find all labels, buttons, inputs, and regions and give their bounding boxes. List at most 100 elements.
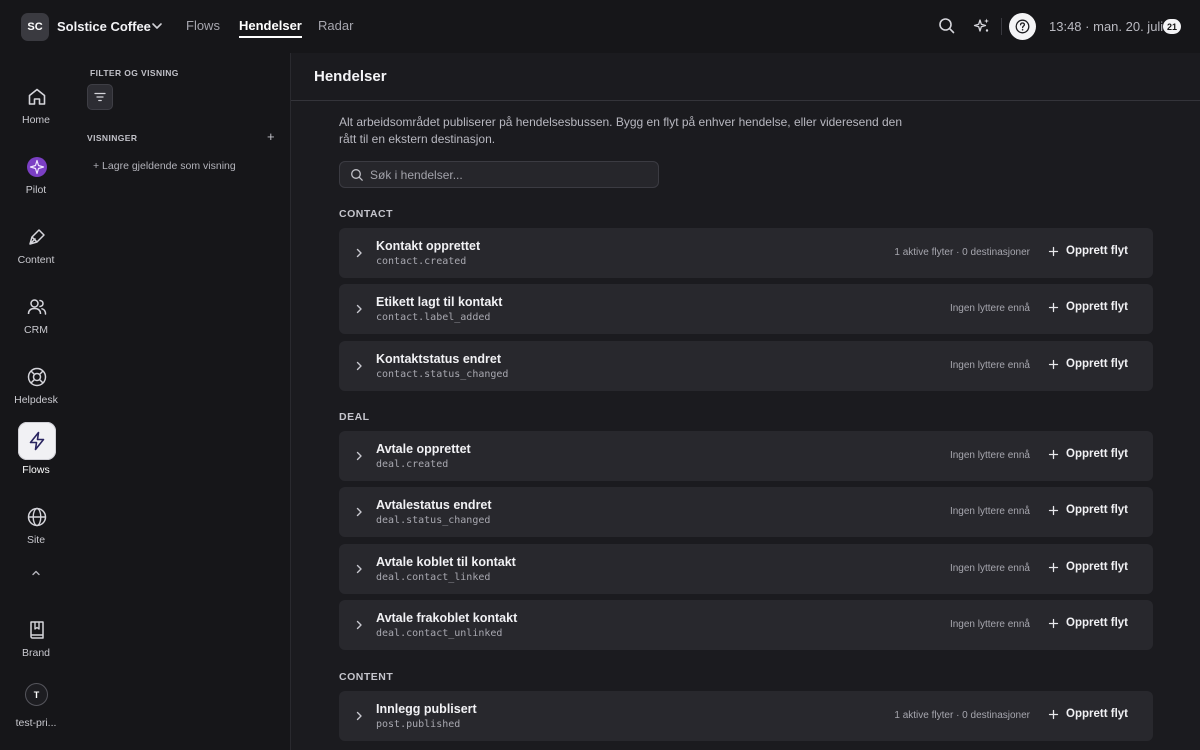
event-row[interactable]: Etikett lagt til kontakt contact.label_ad… <box>339 284 1153 334</box>
create-flow-label: Opprett flyt <box>1066 245 1128 257</box>
pilot-icon <box>18 148 56 186</box>
help-button[interactable] <box>1009 13 1036 40</box>
event-code: contact.label_added <box>376 312 491 323</box>
filter-icon <box>94 92 106 102</box>
plus-icon <box>1048 359 1059 369</box>
chevron-right-icon[interactable] <box>353 303 365 315</box>
search-icon <box>351 169 363 181</box>
create-flow-button[interactable]: Opprett flyt <box>1048 617 1128 629</box>
create-flow-label: Opprett flyt <box>1066 301 1128 313</box>
clock: 13:48 · man. 20. juli <box>1049 19 1164 34</box>
chevron-right-icon[interactable] <box>353 710 365 722</box>
add-view-button[interactable]: + <box>267 129 275 144</box>
bolt-icon <box>18 422 56 460</box>
plus-icon <box>1048 505 1059 515</box>
chevron-right-icon[interactable] <box>353 563 365 575</box>
event-title: Avtale opprettet <box>376 442 471 456</box>
event-status: Ingen lyttere ennå <box>949 563 1030 574</box>
top-bar: SC Solstice Coffee Flows Hendelser Radar… <box>0 0 1200 53</box>
event-status: 1 aktive flyter · 0 destinasjoner <box>894 247 1030 258</box>
event-code: deal.contact_unlinked <box>376 628 503 639</box>
globe-icon <box>18 498 56 536</box>
create-flow-label: Opprett flyt <box>1066 504 1128 516</box>
event-row[interactable]: Kontaktstatus endret contact.status_chang… <box>339 341 1153 391</box>
event-code: post.published <box>376 719 461 730</box>
create-flow-button[interactable]: Opprett flyt <box>1048 504 1128 516</box>
page-title: Hendelser <box>314 68 387 85</box>
search-box[interactable] <box>339 161 659 188</box>
create-flow-label: Opprett flyt <box>1066 617 1128 629</box>
plus-icon <box>1048 562 1059 572</box>
event-title: Innlegg publisert <box>376 702 477 716</box>
tab-flows[interactable]: Flows <box>186 18 220 33</box>
plus-icon <box>1048 246 1059 256</box>
chevron-right-icon[interactable] <box>353 450 365 462</box>
plus-icon <box>1048 618 1059 628</box>
plus-icon <box>1048 302 1059 312</box>
create-flow-label: Opprett flyt <box>1066 561 1128 573</box>
event-row[interactable]: Kontakt opprettet contact.created 1 aktive… <box>339 228 1153 278</box>
event-row[interactable]: Avtale koblet til kontakt deal.contact_li… <box>339 544 1153 594</box>
views-heading: VISNINGER <box>87 133 138 143</box>
search-input[interactable] <box>370 162 650 187</box>
create-flow-button[interactable]: Opprett flyt <box>1048 448 1128 460</box>
event-code: contact.created <box>376 256 467 267</box>
event-title: Kontakt opprettet <box>376 239 481 253</box>
create-flow-button[interactable]: Opprett flyt <box>1048 245 1128 257</box>
workspace-avatar[interactable]: SC <box>21 13 49 41</box>
plus-icon <box>1048 709 1059 719</box>
sparkles-icon[interactable] <box>973 17 991 35</box>
event-title: Avtale frakoblet kontakt <box>376 611 518 625</box>
event-row[interactable]: Avtale frakoblet kontakt deal.contact_unl… <box>339 600 1153 650</box>
help-icon <box>1015 19 1030 34</box>
chevron-right-icon[interactable] <box>353 506 365 518</box>
chevron-up-icon[interactable] <box>30 567 42 579</box>
create-flow-button[interactable]: Opprett flyt <box>1048 358 1128 370</box>
event-code: contact.status_changed <box>376 369 509 380</box>
lifebuoy-icon <box>18 358 56 396</box>
event-row[interactable]: Avtale opprettet deal.created Ingen lytter… <box>339 431 1153 481</box>
event-status: Ingen lyttere ennå <box>949 506 1030 517</box>
user-avatar[interactable]: T <box>25 683 48 706</box>
event-code: deal.contact_linked <box>376 572 491 583</box>
chevron-right-icon[interactable] <box>353 360 365 372</box>
event-status: Ingen lyttere ennå <box>949 450 1030 461</box>
create-flow-label: Opprett flyt <box>1066 358 1128 370</box>
chevron-right-icon[interactable] <box>353 247 365 259</box>
tab-hendelser[interactable]: Hendelser <box>239 18 302 38</box>
page-description: Alt arbeidsområdet publiserer på hendels… <box>339 115 903 146</box>
group-title: CONTENT <box>339 671 394 683</box>
event-title: Avtalestatus endret <box>376 498 492 512</box>
event-title: Avtale koblet til kontakt <box>376 555 516 569</box>
group-title: CONTACT <box>339 208 394 220</box>
event-code: deal.created <box>376 459 449 470</box>
event-status: Ingen lyttere ennå <box>949 619 1030 630</box>
create-flow-label: Opprett flyt <box>1066 708 1128 720</box>
event-row[interactable]: Innlegg publisert post.published 1 aktive … <box>339 691 1153 741</box>
event-row[interactable]: Avtalestatus endret deal.status_changed In… <box>339 487 1153 537</box>
create-flow-button[interactable]: Opprett flyt <box>1048 708 1128 720</box>
search-icon[interactable] <box>938 17 956 35</box>
event-status: Ingen lyttere ennå <box>949 360 1030 371</box>
main-content: Hendelser Alt arbeidsområdet publiserer … <box>290 53 1200 750</box>
event-status: 1 aktive flyter · 0 destinasjoner <box>894 710 1030 721</box>
chevron-right-icon[interactable] <box>353 619 365 631</box>
workspace-name[interactable]: Solstice Coffee <box>57 19 151 34</box>
topbar-divider <box>1001 18 1002 35</box>
filter-heading: FILTER OG VISNING <box>90 68 179 78</box>
tab-radar[interactable]: Radar <box>318 18 353 33</box>
notification-badge[interactable]: 21 <box>1163 19 1181 34</box>
user-label[interactable]: test-pri... <box>0 717 72 729</box>
event-title: Etikett lagt til kontakt <box>376 295 503 309</box>
create-flow-button[interactable]: Opprett flyt <box>1048 301 1128 313</box>
event-status: Ingen lyttere ennå <box>949 303 1030 314</box>
save-view-link[interactable]: + Lagre gjeldende som visning <box>93 160 236 172</box>
home-icon <box>18 78 56 116</box>
create-flow-button[interactable]: Opprett flyt <box>1048 561 1128 573</box>
users-icon <box>18 288 56 326</box>
filter-button[interactable] <box>87 84 113 110</box>
event-code: deal.status_changed <box>376 515 491 526</box>
chevron-down-icon[interactable] <box>150 19 164 33</box>
main-header: Hendelser <box>291 53 1200 101</box>
group-title: DEAL <box>339 411 370 423</box>
